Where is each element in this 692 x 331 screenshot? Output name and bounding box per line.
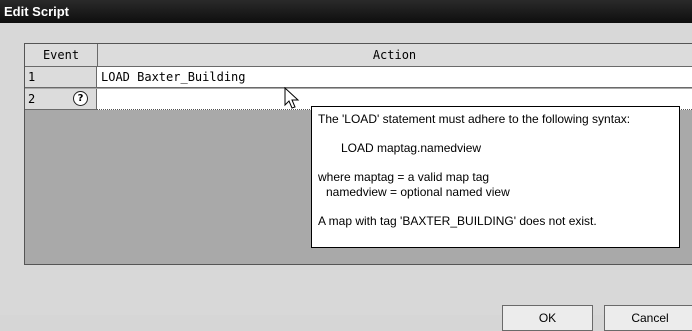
- column-header-event[interactable]: Event: [25, 44, 98, 66]
- syntax-tooltip: The 'LOAD' statement must adhere to the …: [311, 106, 680, 248]
- action-cell[interactable]: LOAD Baxter_Building: [97, 67, 692, 88]
- table-header: Event Action: [25, 44, 692, 67]
- mouse-cursor-icon: [284, 87, 300, 109]
- table-row[interactable]: 1 LOAD Baxter_Building: [25, 67, 692, 89]
- tooltip-line: where maptag = a valid map tag: [318, 170, 490, 184]
- column-header-action[interactable]: Action: [97, 44, 692, 66]
- tooltip-line: LOAD maptag.namedview: [341, 141, 482, 155]
- ok-button[interactable]: OK: [502, 305, 593, 331]
- cancel-button[interactable]: Cancel: [604, 305, 692, 331]
- help-icon[interactable]: ?: [73, 91, 88, 106]
- window-title: Edit Script: [0, 0, 692, 23]
- tooltip-line: namedview = optional named view: [326, 185, 510, 199]
- event-cell[interactable]: 2 ?: [25, 89, 97, 110]
- tooltip-line: A map with tag 'BAXTER_BUILDING' does no…: [318, 214, 597, 228]
- event-number: 2: [28, 92, 36, 106]
- tooltip-line: The 'LOAD' statement must adhere to the …: [318, 112, 631, 126]
- event-cell[interactable]: 1: [25, 67, 97, 88]
